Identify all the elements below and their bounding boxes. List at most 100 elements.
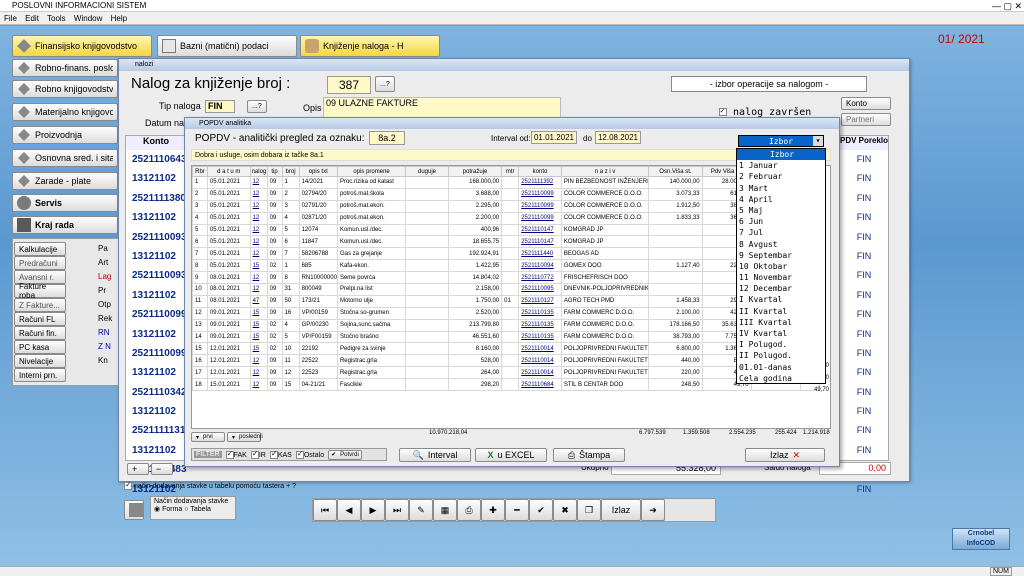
sidebar-item-materijalno[interactable]: Materijalno knjigovodstvo xyxy=(12,103,118,121)
table-row[interactable]: 15 12.01.2021 15 02 10 22192 Pedigre za svinje… xyxy=(192,342,821,356)
copy-icon[interactable]: ❐ xyxy=(577,499,601,521)
finansijsko-button[interactable]: Finansijsko knjigovodstvo xyxy=(12,35,152,57)
sidebar-item-proizvodnja[interactable]: Proizvodnja xyxy=(12,126,118,144)
dropdown-option[interactable]: 5 Maj xyxy=(737,205,825,216)
izbor-select[interactable]: Izbor ▾ xyxy=(738,135,824,147)
add-row-button[interactable]: + xyxy=(127,463,149,475)
prvi-button[interactable]: ▾ prvi xyxy=(191,432,225,442)
nacin-check[interactable]: način dodavanja stavke u tabelu pomoću t… xyxy=(124,480,296,490)
first-icon[interactable]: ⏮ xyxy=(313,499,337,521)
dropdown-option[interactable]: 7 Jul xyxy=(737,227,825,238)
col2-item[interactable]: Pa xyxy=(98,242,118,256)
last-icon[interactable]: ⏭ xyxy=(385,499,409,521)
table-row[interactable]: 9 08.01.2021 12 09 8 RN10000000 Seme povrća 14.… xyxy=(192,271,821,285)
konto-item[interactable]: 13121102 xyxy=(126,286,186,305)
col2-item[interactable]: Z N xyxy=(98,340,118,354)
checkbox[interactable] xyxy=(719,106,727,116)
dropdown-option[interactable]: 9 Septembar xyxy=(737,250,825,261)
column-header[interactable]: n a z i v xyxy=(560,166,650,177)
konto-item[interactable]: 2521111380 xyxy=(126,189,186,208)
confirm-icon[interactable]: ✔ xyxy=(529,499,553,521)
column-header[interactable]: konto xyxy=(518,166,562,177)
interval-button[interactable]: 🔍 Interval xyxy=(399,448,471,462)
grid-view-button[interactable] xyxy=(124,500,144,520)
izlaz-button[interactable]: Izlaz ✕ xyxy=(745,448,825,462)
dropdown-option[interactable]: I Polugod. xyxy=(737,339,825,350)
dropdown-option[interactable]: Cela godina xyxy=(737,373,825,384)
nalog-lookup-button[interactable]: ...? xyxy=(375,76,395,92)
table-row[interactable]: 6 05.01.2021 12 09 6 11847 Komun.usl./dec. 18.6… xyxy=(192,235,821,249)
minus-icon[interactable]: ━ xyxy=(505,499,529,521)
sidebar-item-servis[interactable]: Servis xyxy=(12,194,118,212)
table-row[interactable]: 16 12.01.2021 12 09 11 22522 Registrac.grla 528… xyxy=(192,354,821,368)
remove-row-button[interactable]: − xyxy=(151,463,173,475)
dropdown-option[interactable]: 1 Januar xyxy=(737,160,825,171)
table-row[interactable]: 7 05.01.2021 12 09 7 58206788 Gas za grejanje 1… xyxy=(192,247,821,261)
dropdown-option[interactable]: 6 Jun xyxy=(737,216,825,227)
table-icon[interactable]: ▦ xyxy=(433,499,457,521)
dropdown-option[interactable]: 01.01-danas xyxy=(737,362,825,373)
konto-button[interactable]: Konto xyxy=(841,97,891,110)
column-header[interactable]: opis txt xyxy=(298,166,338,177)
date-to-field[interactable]: 12.08.2021 xyxy=(595,131,641,144)
tip-field[interactable]: FIN xyxy=(205,100,235,113)
checkbox[interactable] xyxy=(269,449,278,459)
exit-arrow-icon[interactable]: ➜ xyxy=(641,499,665,521)
z-fakture-button[interactable]: Z Fakture... xyxy=(14,298,66,312)
racuni-fin-button[interactable]: Računi fin. xyxy=(14,326,66,340)
date-from-field[interactable]: 01.01.2021 xyxy=(531,131,577,144)
window-controls[interactable]: — ▢ ✕ xyxy=(992,1,1022,12)
konto-item[interactable]: 13121102 xyxy=(126,247,186,266)
table-row[interactable]: 13 09.01.2021 15 02 4 GP/00230 Sojina,sunc.sač… xyxy=(192,318,821,332)
tabela-radio[interactable]: ○ xyxy=(184,506,188,513)
sidebar-item-zarade[interactable]: Zarade - plate xyxy=(12,172,118,190)
checkbox[interactable] xyxy=(250,449,259,459)
dropdown-option[interactable]: II Polugod. xyxy=(737,350,825,361)
kalkulacije-button[interactable]: Kalkulacije xyxy=(14,242,66,256)
col2-item[interactable]: Pr xyxy=(98,284,118,298)
knjizenje-button[interactable]: Knjiženje naloga - H xyxy=(300,35,440,57)
checkbox[interactable] xyxy=(225,449,234,459)
menu-window[interactable]: Window xyxy=(74,14,102,23)
table-row[interactable]: 5 05.01.2021 12 09 5 12074 Komun.usl./dec. 400,… xyxy=(192,223,821,237)
table-row[interactable]: 14 09.01.2021 15 02 5 VP/F00159 Stočno brašno 4… xyxy=(192,330,821,344)
racuni-fl-button[interactable]: Računi FL xyxy=(14,312,66,326)
konto-item[interactable]: 13121102 xyxy=(126,402,186,421)
forma-radio[interactable]: ◉ xyxy=(154,506,160,513)
table-row[interactable]: 10 08.01.2021 12 09 31 800049 Prelpi.na list 2.… xyxy=(192,283,821,296)
column-header[interactable]: mtr xyxy=(501,166,520,177)
sidebar-item-osnovna-sred[interactable]: Osnovna sred. i sitan inventar xyxy=(12,149,118,167)
poslednji-button[interactable]: ▾ poslednji xyxy=(227,432,263,442)
dropdown-option[interactable]: I Kvartal xyxy=(737,294,825,305)
konto-item[interactable]: 2521110643 xyxy=(126,150,187,169)
oznaka-field[interactable]: 8a.2 xyxy=(369,131,405,145)
col2-item[interactable]: Lag xyxy=(98,270,118,284)
dropdown-option[interactable]: 4 April xyxy=(737,194,825,205)
nivelacije-button[interactable]: Nivelacije xyxy=(14,354,66,368)
dropdown-option[interactable]: 8 Avgust xyxy=(737,239,825,250)
dropdown-option[interactable]: III Kvartal xyxy=(737,317,825,328)
konto-item[interactable]: 13121102 xyxy=(126,325,186,344)
print-icon[interactable]: ⎙ xyxy=(457,499,481,521)
edit-icon[interactable]: ✎ xyxy=(409,499,433,521)
dropdown-option[interactable]: II Kvartal xyxy=(737,306,825,317)
konto-item[interactable]: 13121102 xyxy=(126,441,186,460)
prev-icon[interactable]: ◀ xyxy=(337,499,361,521)
potvrdi-button[interactable]: ✔ Potvrdi xyxy=(328,449,362,460)
checkbox[interactable] xyxy=(124,480,132,490)
checkbox[interactable] xyxy=(295,449,304,459)
column-header[interactable]: nalog xyxy=(249,166,268,177)
table-row[interactable]: 8 05.01.2021 15 02 1 685 Kafa-ekon. 1.422,95 252… xyxy=(192,259,821,273)
col2-item[interactable]: Rek xyxy=(98,312,118,326)
operation-select[interactable]: - izbor operacije sa nalogom - xyxy=(671,76,867,92)
dropdown-option[interactable]: IV Kvartal xyxy=(737,328,825,339)
pc-kasa-button[interactable]: PC kasa xyxy=(14,340,66,354)
fakture-roba-button[interactable]: Fakture roba xyxy=(14,282,66,300)
column-header[interactable]: broj xyxy=(281,166,300,177)
column-header[interactable]: opis promene xyxy=(336,166,407,177)
period-dropdown-list[interactable]: Izbor 1 Januar 2 Februar 3 Mart 4 April 5 Maj… xyxy=(736,148,826,384)
partneri-button[interactable]: Partneri xyxy=(841,113,891,126)
dropdown-option[interactable]: 3 Mart xyxy=(737,183,825,194)
filter-kas[interactable]: KAS xyxy=(269,449,292,459)
column-header[interactable]: Osn.Viša st. xyxy=(648,166,703,177)
